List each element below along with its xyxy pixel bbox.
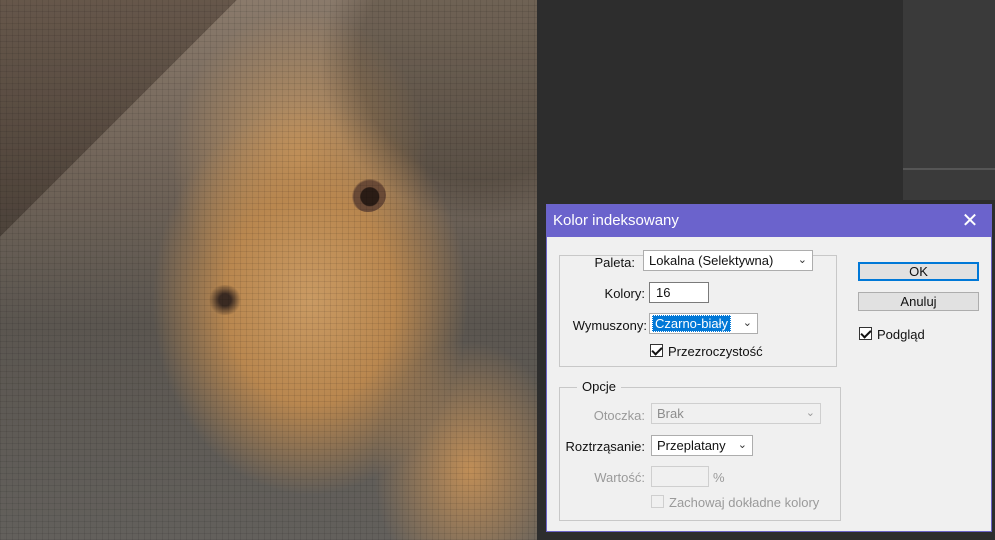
indexed-color-dialog: Kolor indeksowany ✕ Paleta: Lokalna (Sel…: [546, 204, 992, 532]
kolory-input[interactable]: 16: [649, 282, 709, 303]
zachowaj-label: Zachowaj dokładne kolory: [669, 495, 820, 510]
otoczka-select-value: Brak: [657, 406, 684, 421]
wartosc-label: Wartość:: [594, 470, 645, 485]
otoczka-label: Otoczka:: [593, 408, 645, 423]
panel-divider: [903, 168, 995, 170]
cat-nose: [205, 285, 245, 315]
paleta-select[interactable]: Lokalna (Selektywna) ⌄: [643, 250, 813, 271]
wartosc-input[interactable]: [651, 466, 709, 487]
document-canvas[interactable]: [0, 0, 537, 540]
wymuszony-select-value: Czarno-biały: [652, 315, 731, 332]
paleta-select-value: Lokalna (Selektywna): [649, 253, 774, 268]
dialog-title: Kolor indeksowany: [553, 212, 679, 229]
preview-checkbox[interactable]: [859, 327, 872, 340]
kolory-label: Kolory:: [604, 286, 645, 301]
chevron-down-icon: ⌄: [805, 407, 815, 419]
wartosc-unit: %: [713, 470, 725, 485]
close-icon[interactable]: ✕: [957, 209, 983, 233]
chevron-down-icon: ⌄: [742, 317, 752, 329]
options-legend: Opcje: [577, 379, 621, 394]
preview-label: Podgląd: [877, 327, 925, 342]
ok-button[interactable]: OK: [858, 262, 979, 281]
cat-eye: [350, 178, 386, 212]
dialog-titlebar[interactable]: Kolor indeksowany ✕: [547, 205, 991, 237]
wymuszony-label: Wymuszony:: [572, 318, 647, 333]
roztrzasanie-select[interactable]: Przeplatany ⌄: [651, 435, 753, 456]
side-panel: [903, 0, 995, 200]
otoczka-select[interactable]: Brak ⌄: [651, 403, 821, 424]
chevron-down-icon: ⌄: [797, 254, 807, 266]
roztrzasanie-select-value: Przeplatany: [657, 438, 726, 453]
roztrzasanie-label: Roztrząsanie:: [565, 439, 645, 454]
cancel-button[interactable]: Anuluj: [858, 292, 979, 311]
przezroczystosc-checkbox[interactable]: [650, 344, 663, 357]
zachowaj-checkbox[interactable]: [651, 495, 664, 508]
paleta-label: Paleta:: [594, 255, 635, 270]
przezroczystosc-label: Przezroczystość: [668, 344, 763, 359]
chevron-down-icon: ⌄: [737, 439, 747, 451]
wymuszony-select[interactable]: Czarno-biały ⌄: [649, 313, 758, 334]
